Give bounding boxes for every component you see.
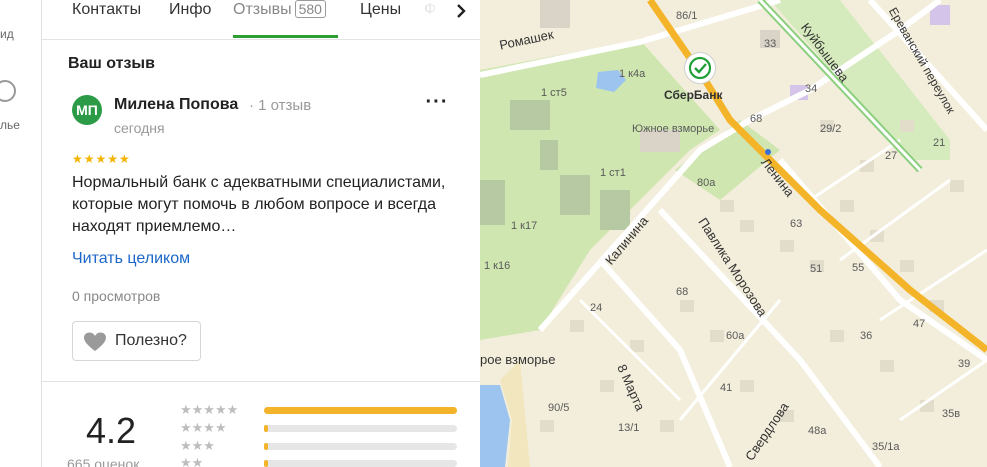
review-date: сегодня <box>114 120 165 136</box>
map-label: 1 к16 <box>484 260 511 272</box>
map-canvas <box>480 0 987 467</box>
rail-item-1-label[interactable]: ид <box>0 27 14 41</box>
rail-item-2-label[interactable]: лье <box>0 118 20 132</box>
rating-bar-stars: ★★★★★ <box>180 402 239 417</box>
active-tab-indicator <box>233 35 338 38</box>
map-label: 1 ст5 <box>541 87 567 99</box>
map-label: 29/2 <box>820 123 842 135</box>
tab-bar: Контакты Инфо Отзывы580 Цены Ф <box>42 0 480 40</box>
views-count: 0 просмотров <box>72 288 161 304</box>
place-panel: Контакты Инфо Отзывы580 Цены Ф Ваш отзыв… <box>42 0 480 467</box>
rating-bar-fill <box>264 425 268 432</box>
map-label: 39 <box>958 358 971 370</box>
map-label: 34 <box>805 83 818 95</box>
rail-item-2-icon[interactable] <box>0 80 16 102</box>
review-text: Нормальный банк с адекватными специалист… <box>72 174 446 235</box>
map-label: 90/5 <box>548 402 570 414</box>
map-label: рое взморье <box>480 352 556 367</box>
rating-bar-stars: ★★ <box>180 455 204 467</box>
review-author[interactable]: Милена Попова <box>114 96 238 114</box>
map-label: 1 ст1 <box>600 167 626 179</box>
map-label: 13/1 <box>618 422 640 434</box>
map-label: 1 к4а <box>619 68 646 80</box>
tab-reviews-count: 580 <box>294 0 326 18</box>
useful-button[interactable]: Полезно? <box>72 321 201 361</box>
tab-prices[interactable]: Цены <box>360 0 401 20</box>
rating-bar-fill <box>264 460 268 467</box>
map-label: 86/1 <box>676 10 698 22</box>
divider <box>42 381 480 382</box>
rating-bar-track <box>264 443 457 450</box>
sberbank-pin[interactable] <box>684 52 716 84</box>
map-label: 60а <box>726 330 745 342</box>
map-label: 68 <box>750 113 763 125</box>
map-label: 33 <box>764 38 777 50</box>
map-label: 63 <box>790 218 803 230</box>
map-label: 55 <box>852 262 865 274</box>
rating-bar-fill <box>264 443 268 450</box>
tabs-fade <box>412 0 447 22</box>
tab-reviews-label: Отзывы <box>233 1 292 18</box>
rating-bar-fill <box>264 407 457 414</box>
map-label: 35/1а <box>872 441 900 453</box>
rating-count: 665 оценок <box>67 456 140 467</box>
rating-bar-track <box>264 460 457 467</box>
map-label: 41 <box>720 382 733 394</box>
poi-name[interactable]: СберБанк <box>664 88 722 102</box>
map-label: 21 <box>933 137 946 149</box>
map-label: 1 к17 <box>511 220 538 232</box>
sberbank-logo-icon <box>688 56 712 80</box>
map-label: 48а <box>808 425 827 437</box>
map-label: 51 <box>810 263 823 275</box>
rating-bar-stars: ★★★ <box>180 438 215 453</box>
map-label: 47 <box>913 318 926 330</box>
map-label: Южное взморье <box>632 123 715 135</box>
rating-value: 4.2 <box>86 410 137 451</box>
map-view[interactable]: Ромашек Куйбышева Ереванский переулок Ле… <box>480 0 987 467</box>
tab-contacts[interactable]: Контакты <box>72 0 141 20</box>
rating-bar-track <box>264 407 457 414</box>
rating-bar-stars: ★★★★ <box>180 420 227 435</box>
tab-info[interactable]: Инфо <box>169 0 211 20</box>
avatar[interactable]: МП <box>72 95 102 125</box>
more-options-button[interactable]: ··· <box>424 92 450 118</box>
rating-bar-track <box>264 425 457 432</box>
section-title: Ваш отзыв <box>68 55 155 72</box>
map-label: 27 <box>885 150 898 162</box>
review-stars: ★★★★★ <box>72 152 131 166</box>
left-rail: ид лье <box>0 0 42 467</box>
heart-icon <box>83 332 107 357</box>
map-label: 80а <box>697 177 716 189</box>
map-label: 35в <box>942 408 961 420</box>
map-label: 36 <box>860 330 873 342</box>
map-label: 68 <box>676 286 689 298</box>
map-label: 24 <box>590 302 603 314</box>
chevron-right-icon[interactable] <box>447 0 475 22</box>
tab-reviews[interactable]: Отзывы 580 <box>233 0 326 20</box>
read-more-link[interactable]: Читать целиком <box>72 250 190 268</box>
author-review-count: · 1 отзыв <box>249 97 312 114</box>
useful-label: Полезно? <box>115 332 187 349</box>
app-root: ид лье Контакты Инфо Отзывы580 Цены Ф Ва… <box>0 0 987 467</box>
